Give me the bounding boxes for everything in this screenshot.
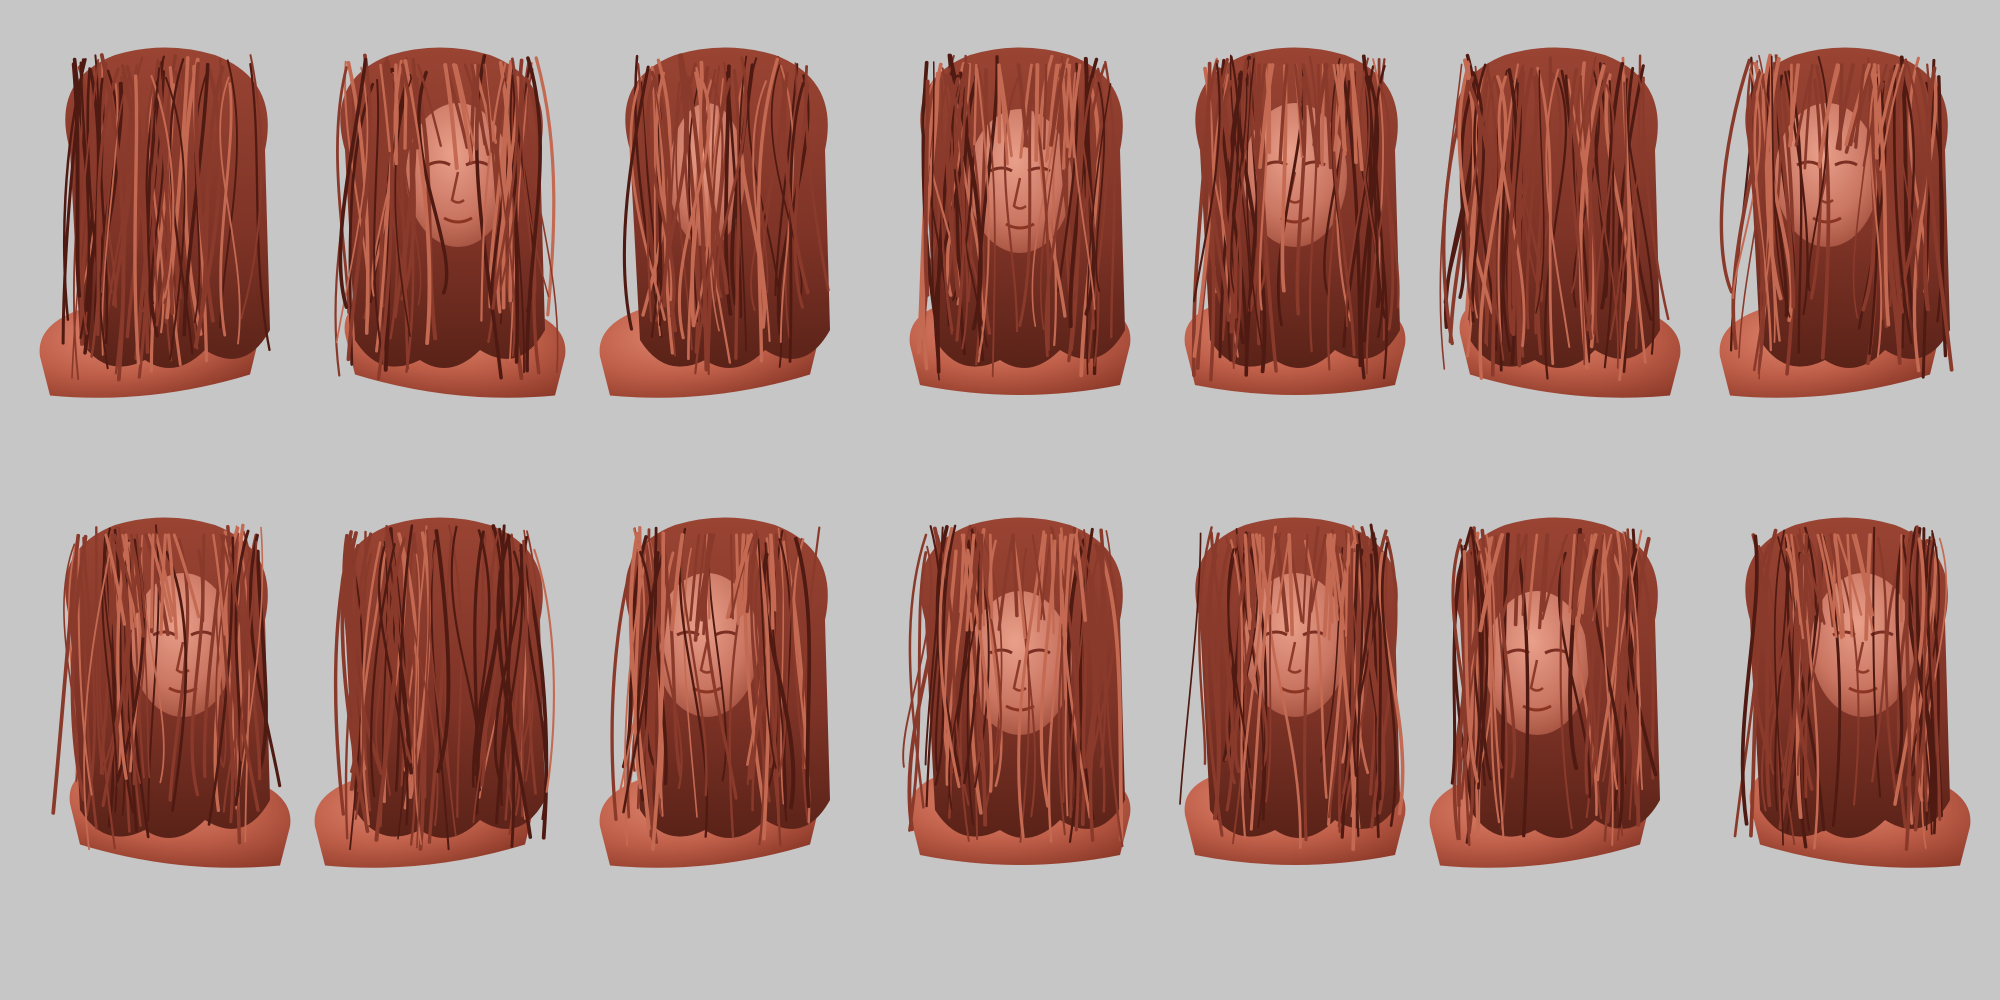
bust-1-7 bbox=[1719, 47, 1954, 398]
bang-strand bbox=[150, 533, 155, 629]
bust-2-3 bbox=[599, 517, 830, 868]
bust-2-6 bbox=[1429, 517, 1660, 868]
bang-strand bbox=[988, 533, 994, 620]
bang-strand bbox=[978, 533, 984, 631]
bang-strand bbox=[1838, 63, 1844, 151]
bust-2-2 bbox=[314, 517, 555, 868]
render-canvas bbox=[39, 47, 1971, 868]
bang-strand bbox=[1872, 63, 1879, 160]
bust-2-5 bbox=[1179, 517, 1406, 865]
bust-2-1 bbox=[51, 517, 291, 868]
bust-1-1 bbox=[39, 47, 271, 398]
bust-2-7 bbox=[1733, 517, 1971, 868]
bang-strand bbox=[110, 533, 115, 626]
hair-strand bbox=[923, 79, 930, 297]
bust-1-5 bbox=[1184, 47, 1406, 395]
bang-strand bbox=[1034, 63, 1040, 162]
bust-1-2 bbox=[334, 47, 566, 398]
heads-layer bbox=[39, 47, 1971, 868]
bust-1-3 bbox=[599, 47, 830, 398]
bang-strand bbox=[201, 533, 206, 623]
bang-strand bbox=[1058, 533, 1063, 624]
bang-strand bbox=[774, 533, 780, 623]
bust-1-4 bbox=[909, 47, 1131, 395]
bust-1-6 bbox=[1439, 47, 1681, 398]
bust-2-4 bbox=[902, 517, 1131, 865]
